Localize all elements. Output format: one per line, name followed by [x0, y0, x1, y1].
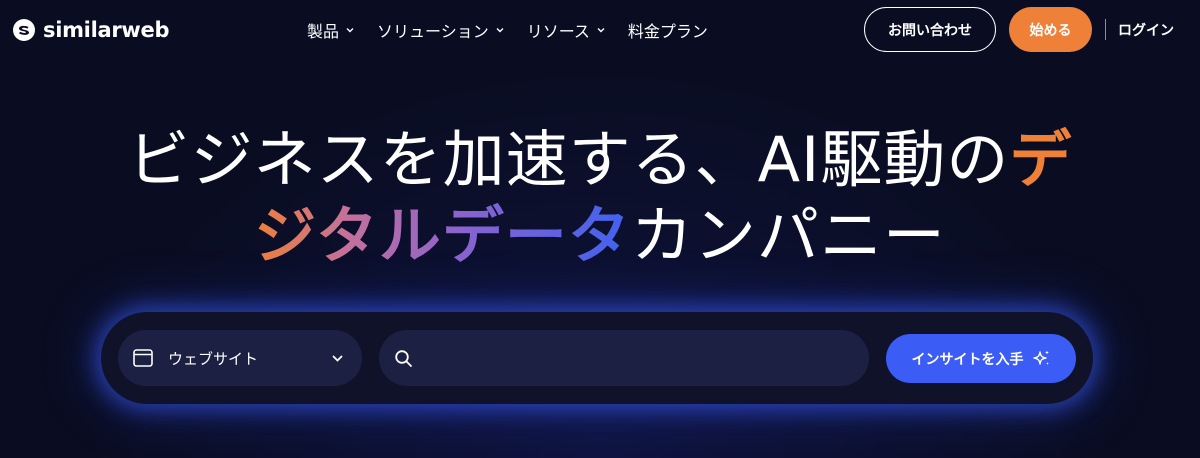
chevron-down-icon — [332, 355, 343, 362]
nav-item-resources[interactable]: リソース — [527, 18, 606, 42]
hero-line-2-text: カンパニー — [630, 199, 946, 272]
logo[interactable]: similarweb — [12, 16, 169, 44]
hero-line-1: ビジネスを加速する、AI駆動のデ — [0, 122, 1200, 198]
search-field — [379, 330, 869, 386]
login-link[interactable]: ログイン — [1118, 19, 1174, 40]
search-icon — [395, 349, 412, 367]
nav-item-products[interactable]: 製品 — [307, 18, 355, 42]
main-nav: 製品 ソリューション リソース 料金プラン — [307, 16, 708, 44]
nav-item-pricing[interactable]: 料金プラン — [628, 18, 708, 42]
browser-window-icon — [133, 349, 153, 367]
sparkle-icon — [1032, 350, 1049, 365]
chevron-down-icon — [496, 28, 504, 33]
nav-item-label: 料金プラン — [627, 22, 708, 41]
search-type-label: ウェブサイト — [168, 349, 259, 368]
contact-button[interactable]: お問い合わせ — [864, 7, 996, 52]
get-insights-button[interactable]: インサイトを入手 — [886, 334, 1076, 383]
hero-heading: ビジネスを加速する、AI駆動のデ ジタルデータカンパニー — [0, 122, 1200, 274]
chevron-down-icon — [346, 28, 354, 33]
hero-line-2: ジタルデータカンパニー — [0, 198, 1200, 274]
header-divider — [1105, 19, 1106, 40]
chevron-down-icon — [597, 28, 605, 33]
get-insights-label: インサイトを入手 — [911, 351, 1024, 368]
nav-item-label: リソース — [526, 22, 590, 41]
hero-line-2-accent: ジタルデータ — [254, 199, 631, 272]
start-button[interactable]: 始める — [1009, 7, 1092, 52]
hero-line-1-accent: デ — [1009, 123, 1073, 196]
nav-item-label: ソリューション — [377, 22, 489, 41]
page: similarweb 製品 ソリューション リソース 料金プラン お問い合わせ … — [0, 0, 1200, 458]
search-input[interactable] — [423, 338, 869, 378]
nav-item-solutions[interactable]: ソリューション — [377, 18, 505, 42]
logo-text: similarweb — [43, 18, 170, 42]
hero-line-1-text: ビジネスを加速する、AI駆動の — [127, 123, 1010, 196]
search-type-dropdown[interactable]: ウェブサイト — [118, 330, 362, 386]
similarweb-logo-icon — [13, 19, 35, 41]
nav-item-label: 製品 — [307, 22, 340, 41]
search-bar: ウェブサイト インサイトを入手 — [101, 312, 1093, 404]
